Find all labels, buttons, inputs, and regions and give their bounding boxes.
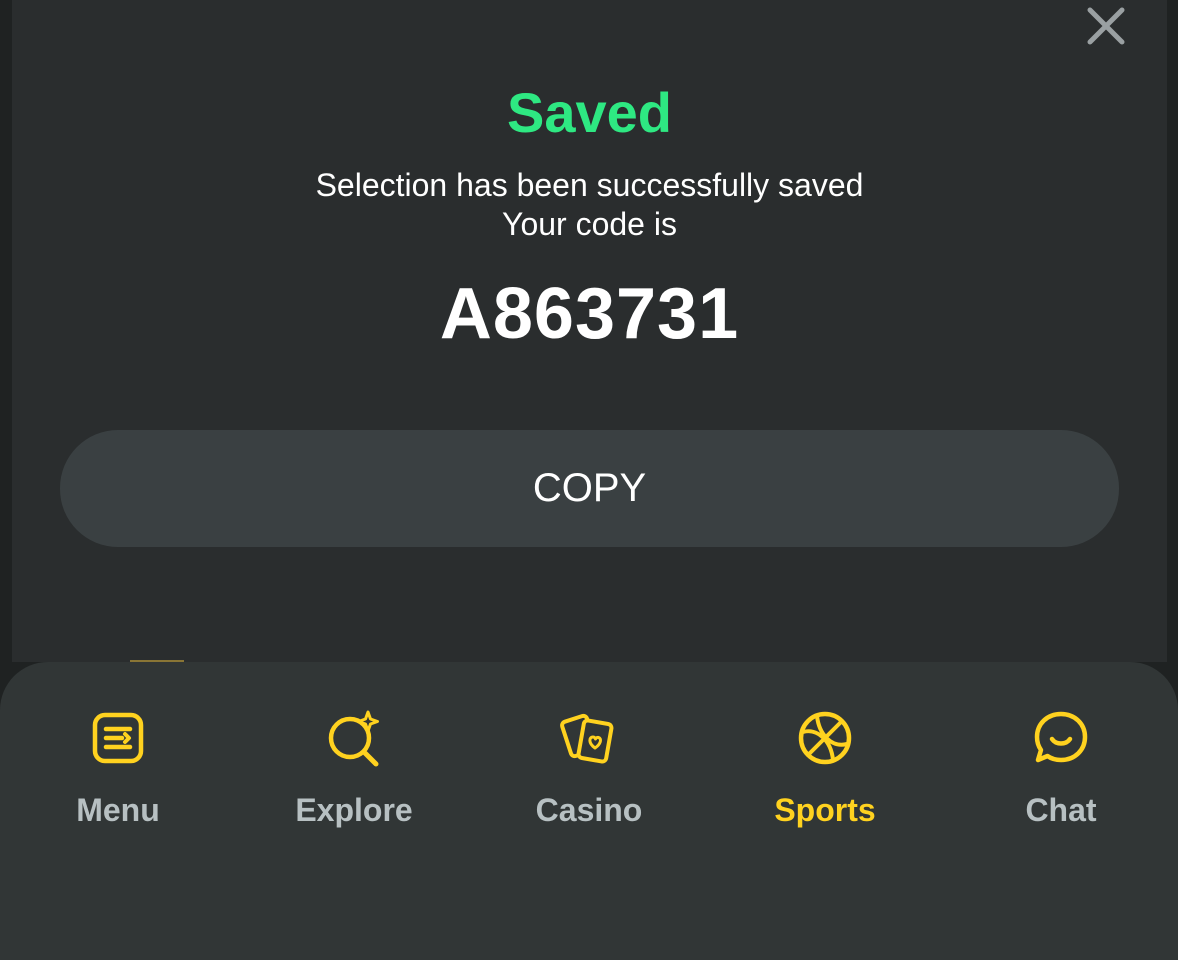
screen: Saved Selection has been successfully sa… [0,0,1178,960]
saved-dialog: Saved Selection has been successfully sa… [12,0,1167,662]
casino-icon [559,708,619,768]
nav-label-sports: Sports [774,792,876,828]
basketball-icon [795,708,855,768]
nav-item-chat[interactable]: Chat [943,702,1178,842]
code-intro-text: Your code is [502,206,677,242]
copy-button[interactable]: COPY [60,430,1119,547]
nav-label-casino: Casino [535,792,643,828]
close-icon [1087,7,1125,45]
nav-label-chat: Chat [1025,792,1097,828]
nav-label-menu: Menu [76,792,160,828]
nav-item-menu[interactable]: Menu [0,702,236,842]
dialog-title: Saved [507,81,672,144]
nav-item-casino[interactable]: Casino [471,702,707,842]
nav-item-explore[interactable]: Explore [236,702,472,842]
nav-item-sports[interactable]: Sports [707,702,943,842]
chat-icon [1031,708,1091,768]
nav-label-explore: Explore [295,792,413,828]
close-button[interactable] [1084,4,1128,48]
menu-icon [88,708,148,768]
booking-code: A863731 [439,274,740,354]
success-message: Selection has been successfully saved [315,167,864,203]
bottom-navigation: Menu Explore Casino Sports Chat [0,662,1178,960]
explore-icon [324,708,384,768]
